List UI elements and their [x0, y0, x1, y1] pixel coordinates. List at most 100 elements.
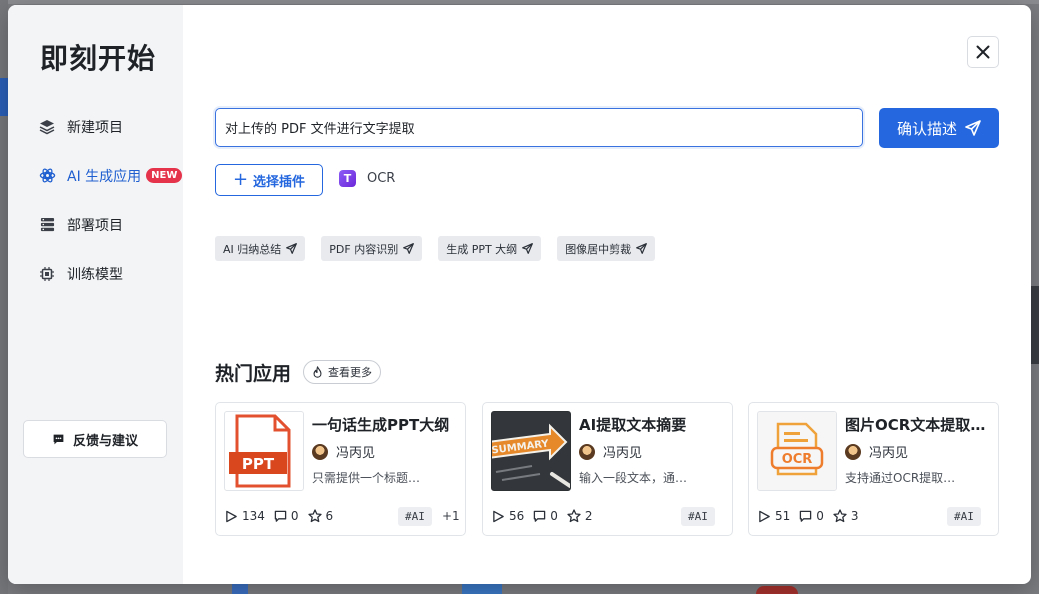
plugin-name: OCR — [367, 171, 396, 186]
comment-icon — [799, 510, 812, 523]
confirm-label: 确认描述 — [896, 119, 957, 138]
author-name: 冯丙见 — [603, 446, 643, 461]
comment-count: 0 — [799, 509, 824, 523]
star-count-value: 2 — [584, 509, 593, 523]
send-icon — [636, 243, 648, 254]
suggestion-label: PDF 内容识别 — [329, 242, 399, 256]
app-tag: #AI — [398, 507, 432, 526]
openai-icon — [38, 167, 56, 185]
sidebar-item-label: 部署项目 — [67, 217, 123, 234]
play-icon — [225, 510, 238, 523]
send-icon — [286, 243, 298, 254]
close-button[interactable] — [967, 36, 999, 68]
server-icon — [38, 216, 56, 234]
background-accent — [0, 78, 8, 116]
app-tag: #AI — [681, 507, 715, 526]
app-name: 一句话生成PPT大纲 — [312, 416, 450, 434]
star-count: 3 — [833, 509, 859, 523]
star-icon — [833, 509, 847, 523]
background-bottom-element — [232, 584, 248, 594]
app-stats: 134 0 6 — [225, 509, 342, 523]
app-thumbnail-ppt: PPT — [224, 411, 304, 491]
sidebar-item-label: AI 生成应用 — [67, 168, 142, 185]
fire-icon — [312, 366, 323, 378]
app-author: 冯丙见 — [845, 442, 908, 461]
comment-icon — [274, 510, 287, 523]
send-icon — [965, 120, 981, 136]
suggestion-label: AI 归纳总结 — [223, 242, 282, 256]
comment-count-value: 0 — [290, 509, 299, 523]
chip-icon — [38, 265, 56, 283]
play-icon — [492, 510, 505, 523]
sidebar-item-ai-app[interactable]: AI 生成应用 NEW — [38, 151, 183, 200]
suggestion-label: 生成 PPT 大纲 — [446, 242, 518, 256]
hot-apps-title: 热门应用 — [215, 363, 292, 385]
select-plugin-button[interactable]: + 选择插件 — [215, 164, 323, 196]
app-description: 输入一段文本，通过AI提取摘要 — [579, 471, 691, 485]
app-tag: #AI — [947, 507, 981, 526]
run-count: 134 — [225, 509, 265, 523]
star-count: 2 — [567, 509, 593, 523]
sidebar-item-new-project[interactable]: 新建项目 — [38, 102, 183, 151]
sidebar-nav: 新建项目 AI 生成应用 NEW 部署项目 训练模型 — [38, 102, 183, 298]
selected-plugin-ocr[interactable]: T OCR — [339, 170, 395, 187]
sidebar-item-label: 训练模型 — [67, 266, 123, 283]
author-name: 冯丙见 — [869, 446, 909, 461]
app-description: 支持通过OCR提取图片中的文字 — [845, 471, 957, 485]
send-icon — [403, 243, 415, 254]
app-name: AI提取文本摘要 — [579, 416, 687, 434]
app-name: 图片OCR文本提取工具 — [845, 416, 995, 434]
feedback-label: 反馈与建议 — [72, 433, 138, 449]
comment-count: 0 — [533, 509, 558, 523]
avatar — [312, 443, 328, 460]
app-author: 冯丙见 — [312, 442, 375, 461]
description-input[interactable] — [215, 108, 863, 147]
ocr-plugin-logo-icon: T — [339, 170, 356, 187]
app-stats: 51 0 3 — [758, 509, 868, 523]
suggestion-chip[interactable]: PDF 内容识别 — [321, 236, 423, 261]
app-card-text-summary[interactable]: SUMMARY AI提取文本摘要 冯丙见 输入一段文本，通过AI提取摘要 56 … — [482, 402, 733, 536]
chat-icon — [52, 433, 65, 446]
app-card-ppt-outline[interactable]: PPT 一句话生成PPT大纲 冯丙见 只需提供一个标题，自动生成 134 0 6… — [215, 402, 466, 536]
run-count-value: 51 — [775, 509, 791, 523]
sidebar-item-label: 新建项目 — [67, 119, 123, 136]
background-topbar — [0, 0, 1039, 4]
comment-count-value: 0 — [550, 509, 558, 523]
run-count-value: 134 — [242, 509, 265, 523]
star-count-value: 3 — [850, 509, 859, 523]
feedback-button[interactable]: 反馈与建议 — [23, 420, 167, 458]
author-name: 冯丙见 — [336, 446, 376, 461]
suggestion-chip[interactable]: 生成 PPT 大纲 — [438, 236, 542, 261]
run-count: 56 — [492, 509, 524, 523]
avatar — [579, 443, 595, 460]
background-bottom-element — [756, 586, 798, 594]
star-count: 6 — [307, 509, 334, 523]
view-more-label: 查看更多 — [328, 366, 372, 379]
thumb-text: OCR — [782, 452, 813, 467]
confirm-description-button[interactable]: 确认描述 — [879, 108, 999, 148]
suggestion-list: AI 归纳总结 PDF 内容识别 生成 PPT 大纲 图像居中剪裁 — [215, 236, 671, 261]
run-count: 51 — [758, 509, 790, 523]
background-bottom-element — [462, 584, 502, 594]
start-modal: 即刻开始 新建项目 AI 生成应用 NEW 部署项目 训练模型 反馈与建议 对上… — [8, 5, 1031, 584]
extra-tag-count: +1 — [442, 509, 460, 523]
send-icon — [522, 243, 534, 254]
run-count-value: 56 — [509, 509, 525, 523]
plus-icon: + — [232, 169, 249, 190]
star-icon — [307, 509, 322, 523]
thumb-text: PPT — [242, 455, 275, 473]
sidebar-item-deploy[interactable]: 部署项目 — [38, 200, 183, 249]
close-icon — [976, 45, 990, 59]
suggestion-chip[interactable]: AI 归纳总结 — [215, 236, 306, 261]
sidebar-item-train[interactable]: 训练模型 — [38, 249, 183, 298]
app-thumbnail-ocr: OCR — [757, 411, 837, 491]
comment-icon — [533, 510, 546, 523]
view-more-button[interactable]: 查看更多 — [303, 360, 381, 384]
sidebar-title: 即刻开始 — [40, 42, 157, 75]
suggestion-chip[interactable]: 图像居中剪裁 — [557, 236, 656, 261]
app-card-image-ocr[interactable]: OCR 图片OCR文本提取工具 冯丙见 支持通过OCR提取图片中的文字 51 0… — [748, 402, 999, 536]
app-description: 只需提供一个标题，自动生成 — [312, 471, 424, 485]
comment-count-value: 0 — [816, 509, 824, 523]
comment-count: 0 — [274, 509, 299, 523]
star-count-value: 6 — [325, 509, 334, 523]
